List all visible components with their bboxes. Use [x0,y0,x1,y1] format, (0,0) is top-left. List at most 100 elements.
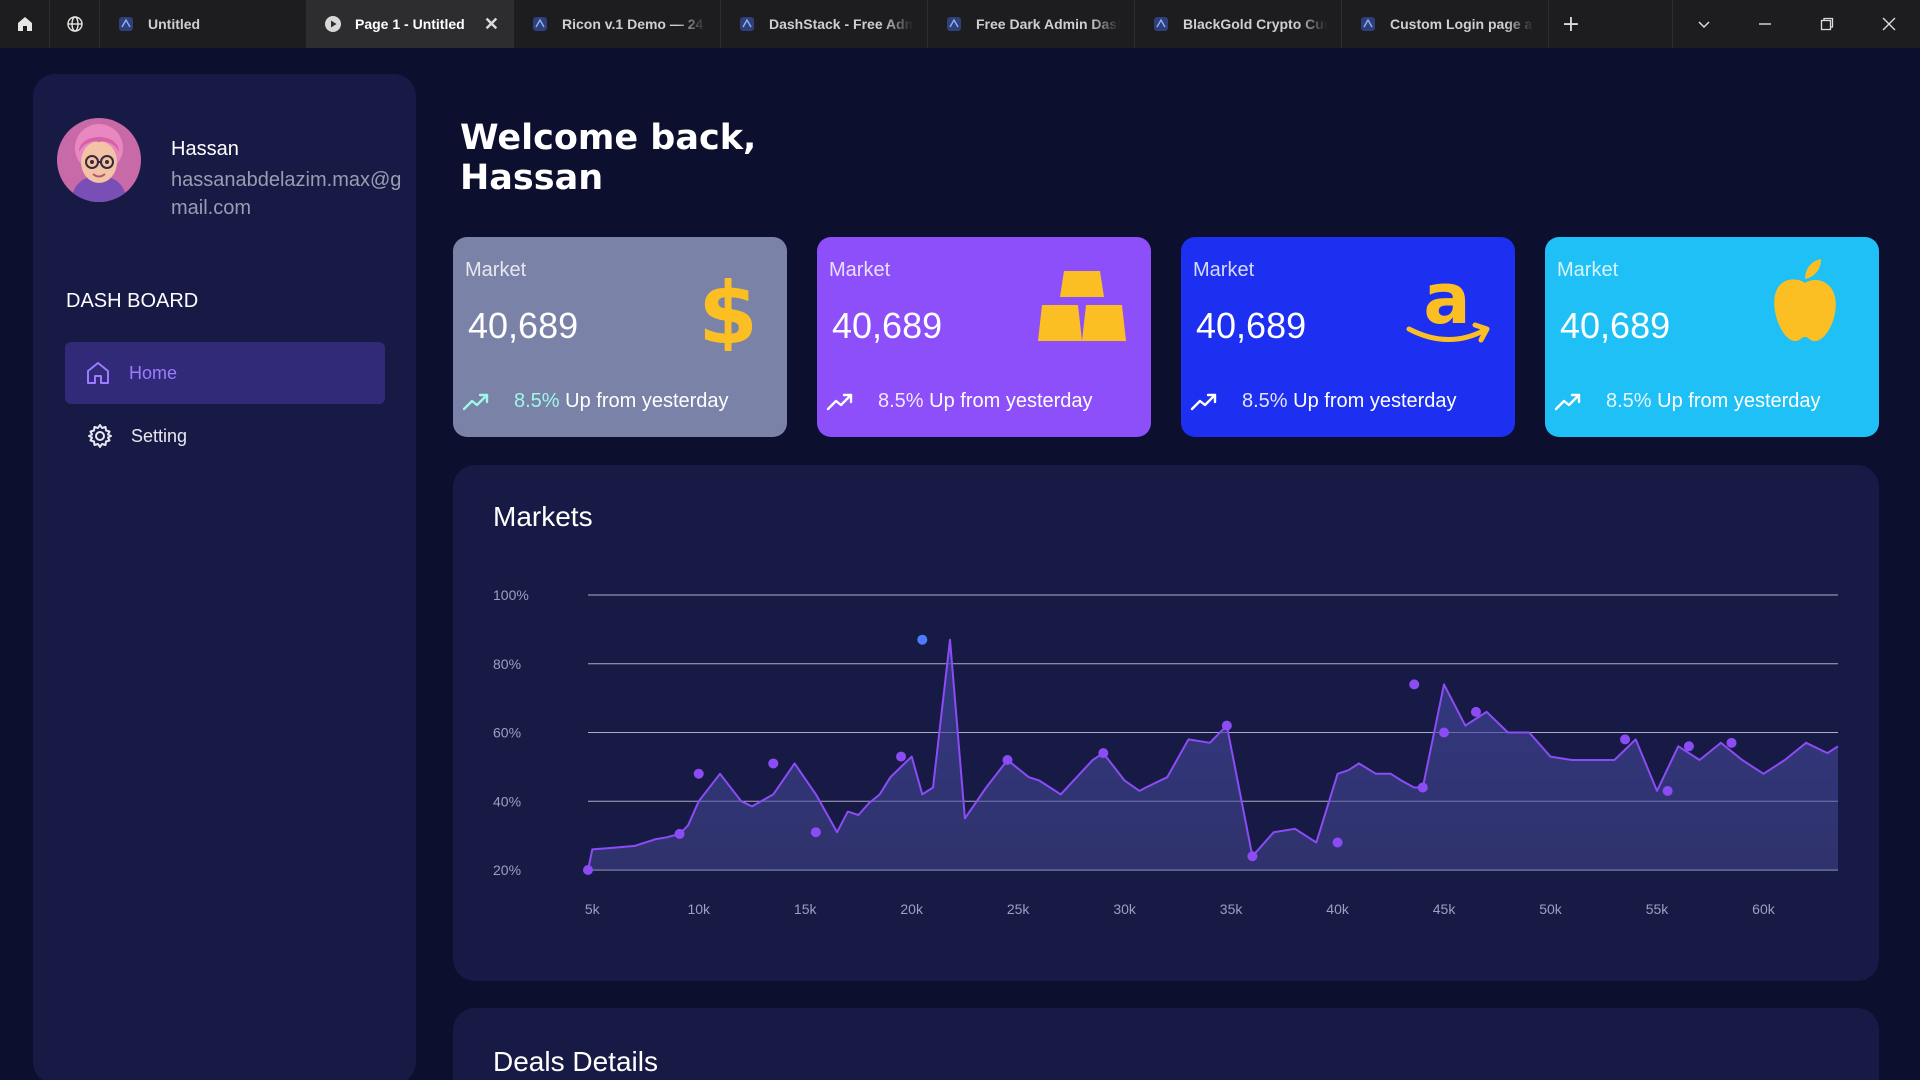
page-icon [1154,17,1168,31]
markets-chart: 20% 40% 60% 80% 100% 5k 10k 15k 20k 25k 30k 35k 40k 4… [493,587,1839,917]
trending-up-icon [826,393,853,411]
card-trend-label: Up from yesterday [929,390,1093,412]
x-tick-label: 30k [1113,901,1137,917]
browser-tab[interactable]: Custom Login page a [1342,0,1549,48]
x-tick-label: 45k [1433,901,1457,917]
card-trend-label: Up from yesterday [1293,390,1457,412]
y-tick-label: 20% [493,862,521,878]
page-icon [947,17,961,31]
svg-text:a: a [1423,265,1470,340]
chart-point [810,827,821,838]
chart-point [1409,679,1420,690]
chart-point [1247,851,1258,862]
tab-label: Page 1 - Untitled [355,16,465,32]
x-tick-label: 25k [1007,901,1031,917]
market-card-dollar[interactable]: Market 40,689 $ 8.5% Up from yesterday [453,237,787,437]
x-tick-label: 15k [794,901,818,917]
chart-point [1683,741,1694,752]
gold-bars-icon [1038,271,1126,341]
market-card-apple[interactable]: Market 40,689 8.5% Up from yesterday [1545,237,1879,437]
x-tick-label: 50k [1539,901,1563,917]
globe-icon[interactable] [50,0,100,48]
sidebar-item-setting[interactable]: Setting [65,405,385,467]
browser-tab[interactable]: BlackGold Crypto Currency [1135,0,1342,48]
chart-point [1332,837,1343,848]
browser-tab[interactable]: Page 1 - Untitled ✕ [307,0,514,48]
restore-icon[interactable] [1796,0,1858,48]
sidebar: Hassan hassanabdelazim.max@gmail.com DAS… [33,74,416,1080]
card-label: Market [465,259,527,281]
x-tick-label: 35k [1220,901,1244,917]
apple-logo-icon [1774,259,1836,341]
card-label: Market [1193,259,1255,281]
trending-up-icon [462,393,489,411]
chart-point [1221,720,1232,731]
play-icon [325,16,341,32]
trending-up-icon [1554,393,1581,411]
chart-point [1002,755,1013,765]
browser-tab[interactable]: Ricon v.1 Demo — 24 [514,0,721,48]
tab-label: Custom Login page a [1390,16,1533,32]
x-tick-label: 10k [687,901,711,917]
tab-label: BlackGold Crypto Currency [1183,16,1327,32]
user-name: Hassan [171,138,239,160]
tab-label: Ricon v.1 Demo — 24 [562,16,704,32]
amazon-logo-icon: a [1406,265,1490,343]
close-tab-icon[interactable]: ✕ [484,14,499,35]
home-icon[interactable] [0,0,50,48]
x-tick-label: 5k [585,901,601,917]
chart-point [1417,782,1428,793]
new-tab-button[interactable]: + [1549,0,1593,48]
sidebar-item-label: Setting [131,425,188,446]
minimize-icon[interactable] [1734,0,1796,48]
deals-title: Deals Details [493,1046,658,1077]
sidebar-item-label: Home [129,362,178,383]
page-icon [119,17,133,31]
x-tick-label: 20k [900,901,924,917]
chart-point [1662,785,1673,796]
x-tick-label: 40k [1326,901,1350,917]
browser-tab[interactable]: Untitled [100,0,307,48]
chart-point [693,768,704,779]
card-value: 40,689 [832,305,943,346]
chart-point [768,758,779,769]
card-value: 40,689 [468,305,579,346]
y-tick-label: 40% [493,793,521,809]
home-icon [87,362,109,384]
y-tick-label: 100% [493,587,529,603]
tab-list-dropdown-icon[interactable] [1672,0,1734,48]
chart-point [1470,706,1481,717]
card-trend-label: Up from yesterday [1657,390,1821,412]
close-window-icon[interactable] [1858,0,1920,48]
trending-up-icon [1190,393,1217,411]
avatar[interactable] [57,118,141,202]
card-value: 40,689 [1560,305,1671,346]
chart-point [917,634,928,645]
chart-point [1726,737,1737,748]
tab-label: Untitled [148,16,201,32]
card-trend-text: 8.5% Up from yesterday [878,390,1093,413]
card-value: 40,689 [1196,305,1307,346]
card-trend-percent: 8.5% [1242,390,1288,412]
welcome-name: Hassan [460,158,604,198]
page-icon [533,17,547,31]
market-card-gold[interactable]: Market 40,689 8.5% Up from yesterday [817,237,1151,437]
markets-panel: Markets 20% 40% 60% 80% 100% 5k 10k 15k 20k 25k 30… [453,465,1879,981]
card-trend-percent: 8.5% [1606,390,1652,412]
x-tick-label: 55k [1646,901,1670,917]
sidebar-item-home[interactable]: Home [65,342,385,404]
tab-label: Free Dark Admin Dashboard [976,16,1120,32]
market-card-amazon[interactable]: Market 40,689 a 8.5% Up from yesterday [1181,237,1515,437]
browser-tab[interactable]: Free Dark Admin Dashboard [928,0,1135,48]
page-icon [1361,17,1375,31]
card-trend-text: 8.5% Up from yesterday [514,390,729,413]
dollar-icon: $ [698,271,758,351]
card-trend-text: 8.5% Up from yesterday [1242,390,1457,413]
chart-point [674,828,685,839]
chart-point [1620,734,1631,745]
browser-tab[interactable]: DashStack - Free Admin [721,0,928,48]
page-icon [740,17,754,31]
y-tick-label: 80% [493,656,521,672]
chart-area [588,639,1838,870]
page-title: Welcome back, Hassan [460,118,756,198]
